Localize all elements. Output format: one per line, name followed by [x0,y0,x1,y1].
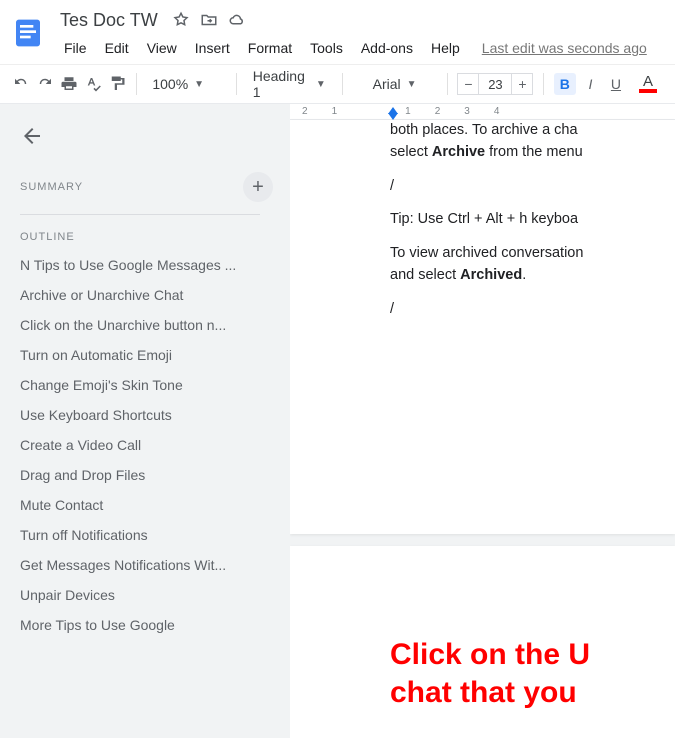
summary-label: SUMMARY [20,181,83,193]
menu-help[interactable]: Help [423,36,468,60]
text-color-swatch [639,89,657,93]
zoom-select[interactable]: 100% ▼ [146,72,226,96]
menu-insert[interactable]: Insert [187,36,238,60]
body-text[interactable]: both places. To archive a cha select Arc… [390,120,675,164]
chevron-down-icon: ▼ [407,79,417,90]
print-button[interactable] [60,71,78,97]
outline-label: OUTLINE [20,231,273,243]
undo-button[interactable] [12,71,30,97]
body-text[interactable]: / [390,176,675,198]
outline-item[interactable]: Mute Contact [20,497,270,513]
outline-item[interactable]: Turn off Notifications [20,527,270,543]
ruler[interactable]: 2 1 1 2 3 4 [290,104,675,120]
outline-item[interactable]: Create a Video Call [20,437,270,453]
chevron-down-icon: ▼ [194,79,204,90]
document-page[interactable]: both places. To archive a cha select Arc… [290,120,675,534]
menu-format[interactable]: Format [240,36,300,60]
italic-button[interactable]: I [582,73,599,95]
menu-file[interactable]: File [56,36,95,60]
outline-item[interactable]: Archive or Unarchive Chat [20,287,270,303]
style-value: Heading 1 [253,68,310,100]
outline-item[interactable]: More Tips to Use Google [20,617,270,633]
divider [20,214,260,215]
ruler-mark: 2 [435,106,441,117]
paragraph-style-select[interactable]: Heading 1 ▼ [247,64,332,104]
cloud-status-icon[interactable] [228,11,246,29]
outline-item[interactable]: Use Keyboard Shortcuts [20,407,270,423]
ruler-mark: 1 [405,106,411,117]
body-text[interactable]: Tip: Use Ctrl + Alt + h keyboa [390,209,675,231]
bold-button[interactable]: B [554,73,576,95]
outline-list: N Tips to Use Google Messages ... Archiv… [20,257,273,633]
close-outline-button[interactable] [20,124,44,148]
outline-item[interactable]: Click on the Unarchive button n... [20,317,270,333]
spellcheck-button[interactable] [84,71,102,97]
document-area[interactable]: 2 1 1 2 3 4 both places. To archive a ch… [290,104,675,738]
text-color-icon: A [643,75,653,89]
outline-item[interactable]: N Tips to Use Google Messages ... [20,257,270,273]
outline-item[interactable]: Get Messages Notifications Wit... [20,557,270,573]
underline-button[interactable]: U [605,73,627,95]
font-size-input[interactable] [479,73,511,95]
menu-edit[interactable]: Edit [97,36,137,60]
outline-item[interactable]: Unpair Devices [20,587,270,603]
last-edit-link[interactable]: Last edit was seconds ago [482,40,647,56]
font-size-decrease[interactable]: − [457,73,479,95]
text-color-button[interactable]: A [633,73,663,95]
font-family-select[interactable]: Arial ▼ [352,72,437,96]
font-value: Arial [373,76,401,92]
outline-item[interactable]: Drag and Drop Files [20,467,270,483]
ruler-mark: 1 [332,106,338,117]
paint-format-button[interactable] [108,71,126,97]
body-text[interactable]: To view archived conversation and select… [390,243,675,287]
redo-button[interactable] [36,71,54,97]
menu-tools[interactable]: Tools [302,36,351,60]
docs-home-icon[interactable] [8,8,48,58]
menu-addons[interactable]: Add-ons [353,36,421,60]
ruler-mark: 2 [302,106,308,117]
font-size-increase[interactable]: + [511,73,533,95]
outline-panel: SUMMARY + OUTLINE N Tips to Use Google M… [0,104,290,738]
move-icon[interactable] [200,11,218,29]
zoom-value: 100% [152,76,188,92]
toolbar: 100% ▼ Heading 1 ▼ Arial ▼ − + B I U A [0,64,675,104]
ruler-mark: 4 [494,106,500,117]
ruler-mark: 3 [464,106,470,117]
outline-item[interactable]: Change Emoji's Skin Tone [20,377,270,393]
document-page[interactable]: Click on the U chat that you [290,546,675,738]
chevron-down-icon: ▼ [316,79,326,90]
heading[interactable]: Click on the U chat that you [390,636,675,711]
star-icon[interactable] [172,11,190,29]
body-text[interactable]: / [390,299,675,321]
left-indent-marker[interactable] [388,113,398,120]
menu-view[interactable]: View [139,36,185,60]
add-summary-button[interactable]: + [243,172,273,202]
outline-item[interactable]: Turn on Automatic Emoji [20,347,270,363]
doc-title[interactable]: Tes Doc TW [56,10,162,31]
menubar: File Edit View Insert Format Tools Add-o… [56,36,675,60]
